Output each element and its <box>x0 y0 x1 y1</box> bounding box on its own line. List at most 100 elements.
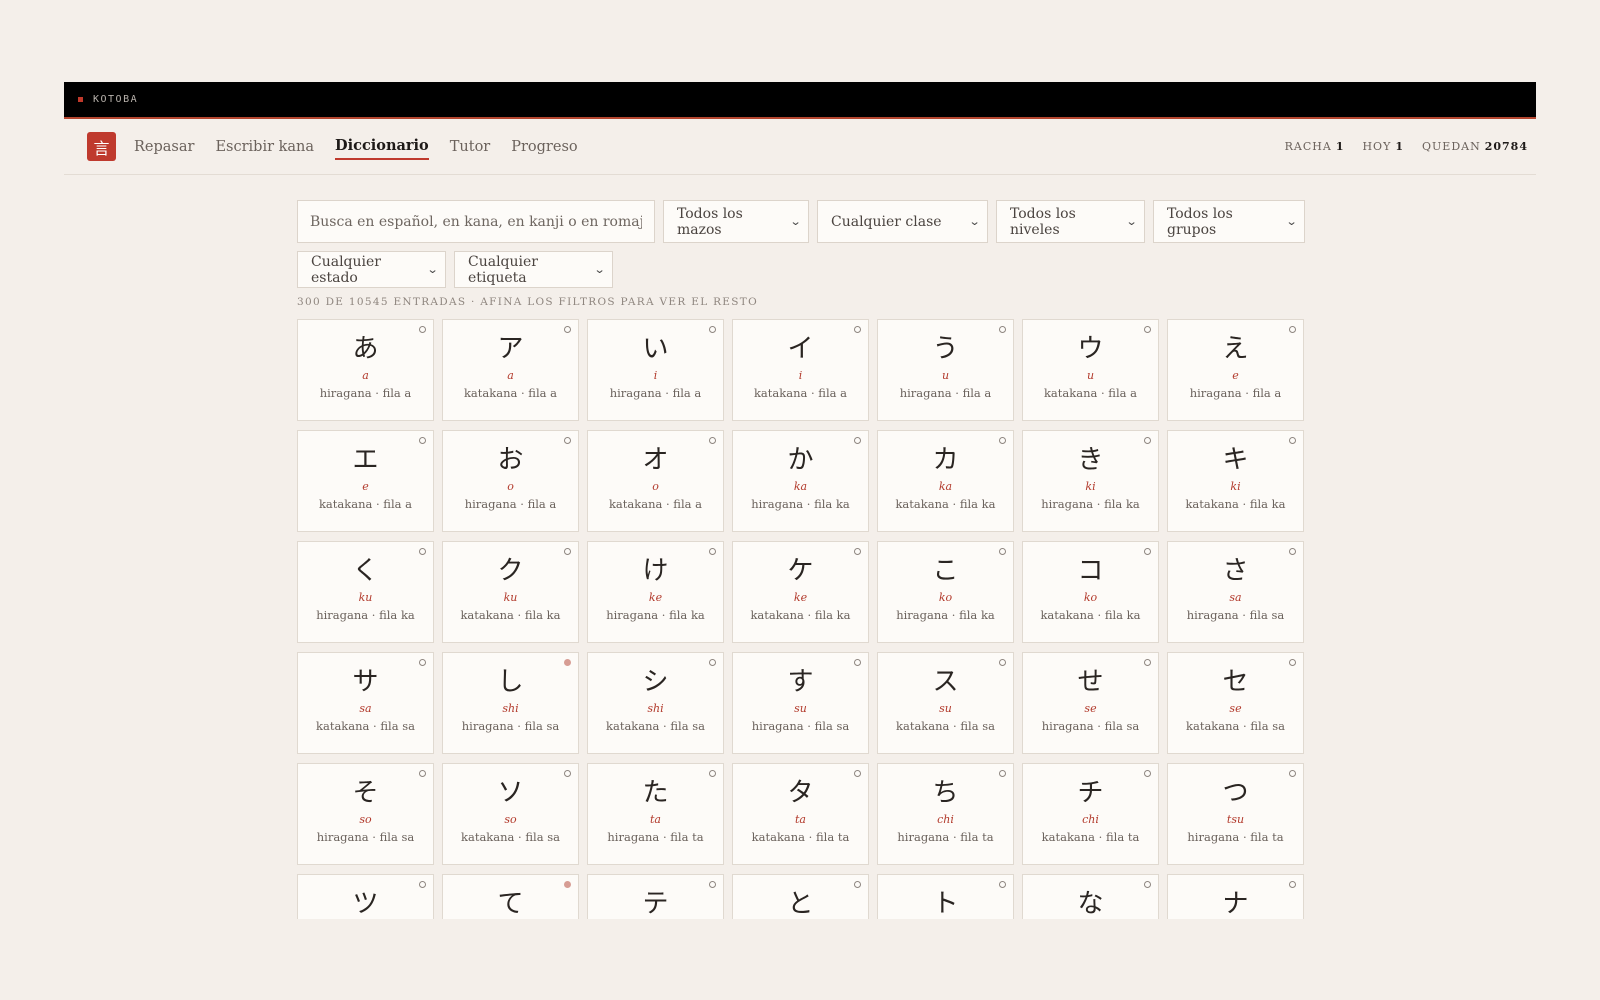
card-kana: あ <box>352 334 379 364</box>
card-meta: katakana · fila sa <box>606 719 705 733</box>
card-romaji: chi <box>1082 813 1099 826</box>
kana-card[interactable]: い i hiragana · fila a <box>587 319 724 421</box>
kana-card[interactable]: ス su katakana · fila sa <box>877 652 1014 754</box>
card-kana: す <box>787 667 814 697</box>
kana-card[interactable]: オ o katakana · fila a <box>587 430 724 532</box>
status-dot-icon <box>419 770 426 777</box>
kana-card[interactable]: ナ <box>1167 874 1304 919</box>
kanji-logo-icon[interactable]: 言 <box>87 132 116 161</box>
chevron-down-icon: ⌄ <box>426 263 439 276</box>
card-romaji: ki <box>1230 480 1241 493</box>
kana-card[interactable]: タ ta katakana · fila ta <box>732 763 869 865</box>
card-kana: お <box>497 445 524 475</box>
search-input[interactable] <box>297 200 655 243</box>
card-kana: シ <box>642 667 669 697</box>
card-kana: イ <box>787 334 814 364</box>
card-kana: サ <box>352 667 379 697</box>
card-romaji: ku <box>358 591 373 604</box>
kana-card[interactable]: な <box>1022 874 1159 919</box>
status-dot-icon <box>1289 548 1296 555</box>
etiqueta-select[interactable]: Cualquier etiqueta ⌄ <box>454 251 613 288</box>
card-meta: hiragana · fila ka <box>751 497 850 511</box>
kana-card[interactable]: き ki hiragana · fila ka <box>1022 430 1159 532</box>
kana-card[interactable]: お o hiragana · fila a <box>442 430 579 532</box>
nav-repasar[interactable]: Repasar <box>134 135 194 159</box>
status-dot-icon <box>709 548 716 555</box>
card-meta: katakana · fila ka <box>460 608 561 622</box>
kana-card[interactable]: シ shi katakana · fila sa <box>587 652 724 754</box>
kana-card[interactable]: し shi hiragana · fila sa <box>442 652 579 754</box>
kana-card[interactable]: ち chi hiragana · fila ta <box>877 763 1014 865</box>
status-dot-icon <box>1289 659 1296 666</box>
card-meta: hiragana · fila sa <box>316 830 415 844</box>
kana-card[interactable]: せ se hiragana · fila sa <box>1022 652 1159 754</box>
card-kana: タ <box>787 778 814 808</box>
app-name: KOTOBA <box>93 94 139 105</box>
card-romaji: a <box>362 369 369 382</box>
card-kana: ク <box>497 556 524 586</box>
kana-card[interactable]: カ ka katakana · fila ka <box>877 430 1014 532</box>
kana-card[interactable]: ア a katakana · fila a <box>442 319 579 421</box>
kana-card[interactable]: う u hiragana · fila a <box>877 319 1014 421</box>
kana-card[interactable]: テ <box>587 874 724 919</box>
kana-card[interactable]: あ a hiragana · fila a <box>297 319 434 421</box>
card-kana: か <box>787 445 814 475</box>
grupos-select[interactable]: Todos los grupos ⌄ <box>1153 200 1305 243</box>
card-romaji: ta <box>650 813 661 826</box>
card-kana: い <box>642 334 669 364</box>
kana-card[interactable]: エ e katakana · fila a <box>297 430 434 532</box>
kana-card[interactable]: え e hiragana · fila a <box>1167 319 1304 421</box>
card-romaji: u <box>1086 369 1095 382</box>
card-romaji: ki <box>1085 480 1096 493</box>
kana-card[interactable]: す su hiragana · fila sa <box>732 652 869 754</box>
kana-card[interactable]: セ se katakana · fila sa <box>1167 652 1304 754</box>
card-kana: ア <box>497 334 524 364</box>
card-kana: ナ <box>1222 889 1249 919</box>
clase-select[interactable]: Cualquier clase ⌄ <box>817 200 988 243</box>
kana-card[interactable]: と <box>732 874 869 919</box>
kana-card[interactable]: か ka hiragana · fila ka <box>732 430 869 532</box>
nav-escribir-kana[interactable]: Escribir kana <box>215 135 314 159</box>
kana-card[interactable]: そ so hiragana · fila sa <box>297 763 434 865</box>
card-meta: hiragana · fila sa <box>751 719 850 733</box>
kana-card[interactable]: ソ so katakana · fila sa <box>442 763 579 865</box>
card-kana: け <box>642 556 669 586</box>
status-dot-icon <box>709 437 716 444</box>
card-kana: ケ <box>787 556 814 586</box>
estado-select[interactable]: Cualquier estado ⌄ <box>297 251 446 288</box>
card-romaji: sa <box>1229 591 1242 604</box>
nav-diccionario[interactable]: Diccionario <box>335 133 429 160</box>
filters-bar-row2: Cualquier estado ⌄ Cualquier etiqueta ⌄ <box>297 251 1305 288</box>
niveles-select[interactable]: Todos los niveles ⌄ <box>996 200 1145 243</box>
kana-card[interactable]: け ke hiragana · fila ka <box>587 541 724 643</box>
card-kana: く <box>352 556 379 586</box>
kana-card[interactable]: さ sa hiragana · fila sa <box>1167 541 1304 643</box>
kana-card[interactable]: た ta hiragana · fila ta <box>587 763 724 865</box>
kana-card[interactable]: サ sa katakana · fila sa <box>297 652 434 754</box>
kana-card[interactable]: チ chi katakana · fila ta <box>1022 763 1159 865</box>
kana-card[interactable]: キ ki katakana · fila ka <box>1167 430 1304 532</box>
kana-card[interactable]: く ku hiragana · fila ka <box>297 541 434 643</box>
card-kana: チ <box>1077 778 1104 808</box>
card-meta: katakana · fila sa <box>896 719 995 733</box>
card-meta: hiragana · fila sa <box>1186 608 1285 622</box>
kana-card[interactable]: ツ <box>297 874 434 919</box>
nav-tutor[interactable]: Tutor <box>450 135 491 159</box>
card-meta: katakana · fila ta <box>1041 830 1140 844</box>
mazos-select[interactable]: Todos los mazos ⌄ <box>663 200 809 243</box>
status-dot-icon <box>564 548 571 555</box>
kana-card[interactable]: ウ u katakana · fila a <box>1022 319 1159 421</box>
kana-card[interactable]: ト <box>877 874 1014 919</box>
kana-card[interactable]: つ tsu hiragana · fila ta <box>1167 763 1304 865</box>
kana-card[interactable]: て <box>442 874 579 919</box>
kana-card[interactable]: イ i katakana · fila a <box>732 319 869 421</box>
kana-card[interactable]: ク ku katakana · fila ka <box>442 541 579 643</box>
card-meta: hiragana · fila a <box>1189 386 1282 400</box>
status-dot-icon <box>999 437 1006 444</box>
kana-card[interactable]: ケ ke katakana · fila ka <box>732 541 869 643</box>
status-dot-icon <box>999 548 1006 555</box>
nav-progreso[interactable]: Progreso <box>511 135 577 159</box>
kana-card[interactable]: コ ko katakana · fila ka <box>1022 541 1159 643</box>
status-dot-icon <box>419 881 426 888</box>
kana-card[interactable]: こ ko hiragana · fila ka <box>877 541 1014 643</box>
